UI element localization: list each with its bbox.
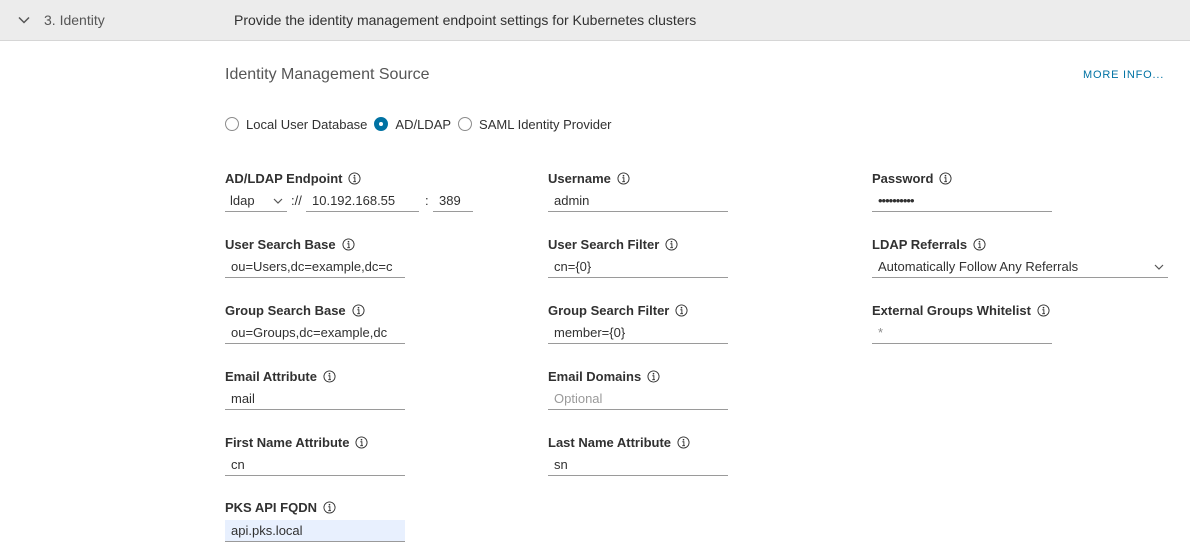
radio-button-checked-icon[interactable] xyxy=(374,117,389,131)
field-label: Group Search Filter xyxy=(548,302,670,318)
field-label: Username xyxy=(548,170,611,186)
radio-saml-identity-provider[interactable]: SAML Identity Provider xyxy=(458,116,612,132)
group-search-filter-input[interactable]: member={0} xyxy=(548,322,728,344)
field-label: AD/LDAP Endpoint xyxy=(225,170,343,186)
ldap-referrals-value: Automatically Follow Any Referrals xyxy=(878,259,1079,274)
email-domains-input[interactable]: Optional xyxy=(548,388,728,410)
field-email-domains: Email Domains xyxy=(548,368,660,384)
external-groups-whitelist-input[interactable]: * xyxy=(872,322,1052,344)
info-icon[interactable] xyxy=(323,500,336,514)
info-icon[interactable] xyxy=(1037,303,1050,317)
radio-label: Local User Database xyxy=(246,116,368,132)
field-label: LDAP Referrals xyxy=(872,236,968,252)
field-label: External Groups Whitelist xyxy=(872,302,1031,318)
radio-button-icon[interactable] xyxy=(225,117,239,131)
field-label: Password xyxy=(872,170,934,186)
user-search-filter-input[interactable]: cn={0} xyxy=(548,256,728,278)
field-ad-ldap-endpoint: AD/LDAP Endpoint xyxy=(225,170,362,186)
chevron-down-icon xyxy=(1154,264,1164,270)
endpoint-port-input[interactable]: 389 xyxy=(433,190,473,212)
field-label: PKS API FQDN xyxy=(225,499,317,515)
last-name-attribute-input[interactable]: sn xyxy=(548,454,728,476)
field-email-attribute: Email Attribute xyxy=(225,368,336,384)
port-separator: : xyxy=(425,193,429,208)
field-last-name-attribute: Last Name Attribute xyxy=(548,434,690,450)
field-group-search-base: Group Search Base xyxy=(225,302,365,318)
info-icon[interactable] xyxy=(342,237,355,251)
identity-source-radio-group: Local User Database AD/LDAP SAML Identit… xyxy=(225,115,619,133)
chevron-down-icon xyxy=(273,198,283,204)
protocol-separator: :// xyxy=(291,193,302,208)
more-info-link[interactable]: MORE INFO... xyxy=(1083,69,1164,81)
step-title: 3. Identity xyxy=(44,12,105,28)
info-icon[interactable] xyxy=(665,237,678,251)
radio-button-icon[interactable] xyxy=(458,117,473,131)
field-first-name-attribute: First Name Attribute xyxy=(225,434,369,450)
info-icon[interactable] xyxy=(617,171,630,185)
info-icon[interactable] xyxy=(348,171,362,185)
field-user-search-filter: User Search Filter xyxy=(548,236,678,252)
field-label: User Search Filter xyxy=(548,236,660,252)
info-icon[interactable] xyxy=(675,303,688,317)
password-input[interactable]: •••••••••• xyxy=(872,190,1052,212)
field-label: Group Search Base xyxy=(225,302,346,318)
info-icon[interactable] xyxy=(939,171,952,185)
field-label: Email Domains xyxy=(548,368,642,384)
pks-api-fqdn-input[interactable]: api.pks.local xyxy=(225,520,405,542)
section-title: Identity Management Source xyxy=(225,66,430,83)
protocol-select-value: ldap xyxy=(230,193,255,208)
field-group-search-filter: Group Search Filter xyxy=(548,302,688,318)
info-icon[interactable] xyxy=(647,369,660,383)
radio-ad-ldap[interactable]: AD/LDAP xyxy=(374,117,451,132)
field-label: Email Attribute xyxy=(225,368,317,384)
field-external-groups-whitelist: External Groups Whitelist xyxy=(872,302,1050,318)
info-icon[interactable] xyxy=(352,303,365,317)
info-icon[interactable] xyxy=(355,435,369,449)
field-ldap-referrals: LDAP Referrals xyxy=(872,236,986,252)
protocol-select[interactable]: ldap xyxy=(225,190,287,212)
info-icon[interactable] xyxy=(323,369,336,383)
username-input[interactable]: admin xyxy=(548,190,728,212)
info-icon[interactable] xyxy=(973,237,986,251)
step-description: Provide the identity management endpoint… xyxy=(234,12,697,28)
field-label: User Search Base xyxy=(225,236,336,252)
ldap-referrals-select[interactable]: Automatically Follow Any Referrals xyxy=(872,256,1168,278)
info-icon[interactable] xyxy=(677,435,690,449)
user-search-base-input[interactable]: ou=Users,dc=example,dc=c xyxy=(225,256,405,278)
chevron-down-icon[interactable] xyxy=(16,12,32,28)
radio-label: AD/LDAP xyxy=(395,116,452,132)
group-search-base-input[interactable]: ou=Groups,dc=example,dc xyxy=(225,322,405,344)
field-password: Password xyxy=(872,170,952,186)
radio-local-user-database[interactable]: Local User Database xyxy=(225,117,367,132)
field-username: Username xyxy=(548,170,630,186)
radio-label: SAML Identity Provider xyxy=(479,116,612,132)
field-pks-api-fqdn: PKS API FQDN xyxy=(225,499,336,515)
field-label: Last Name Attribute xyxy=(548,434,672,450)
field-label: First Name Attribute xyxy=(225,434,350,450)
email-attribute-input[interactable]: mail xyxy=(225,388,405,410)
step-header[interactable]: 3. Identity Provide the identity managem… xyxy=(0,0,1190,41)
endpoint-host-input[interactable]: 10.192.168.55 xyxy=(306,190,419,212)
first-name-attribute-input[interactable]: cn xyxy=(225,454,405,476)
field-user-search-base: User Search Base xyxy=(225,236,355,252)
